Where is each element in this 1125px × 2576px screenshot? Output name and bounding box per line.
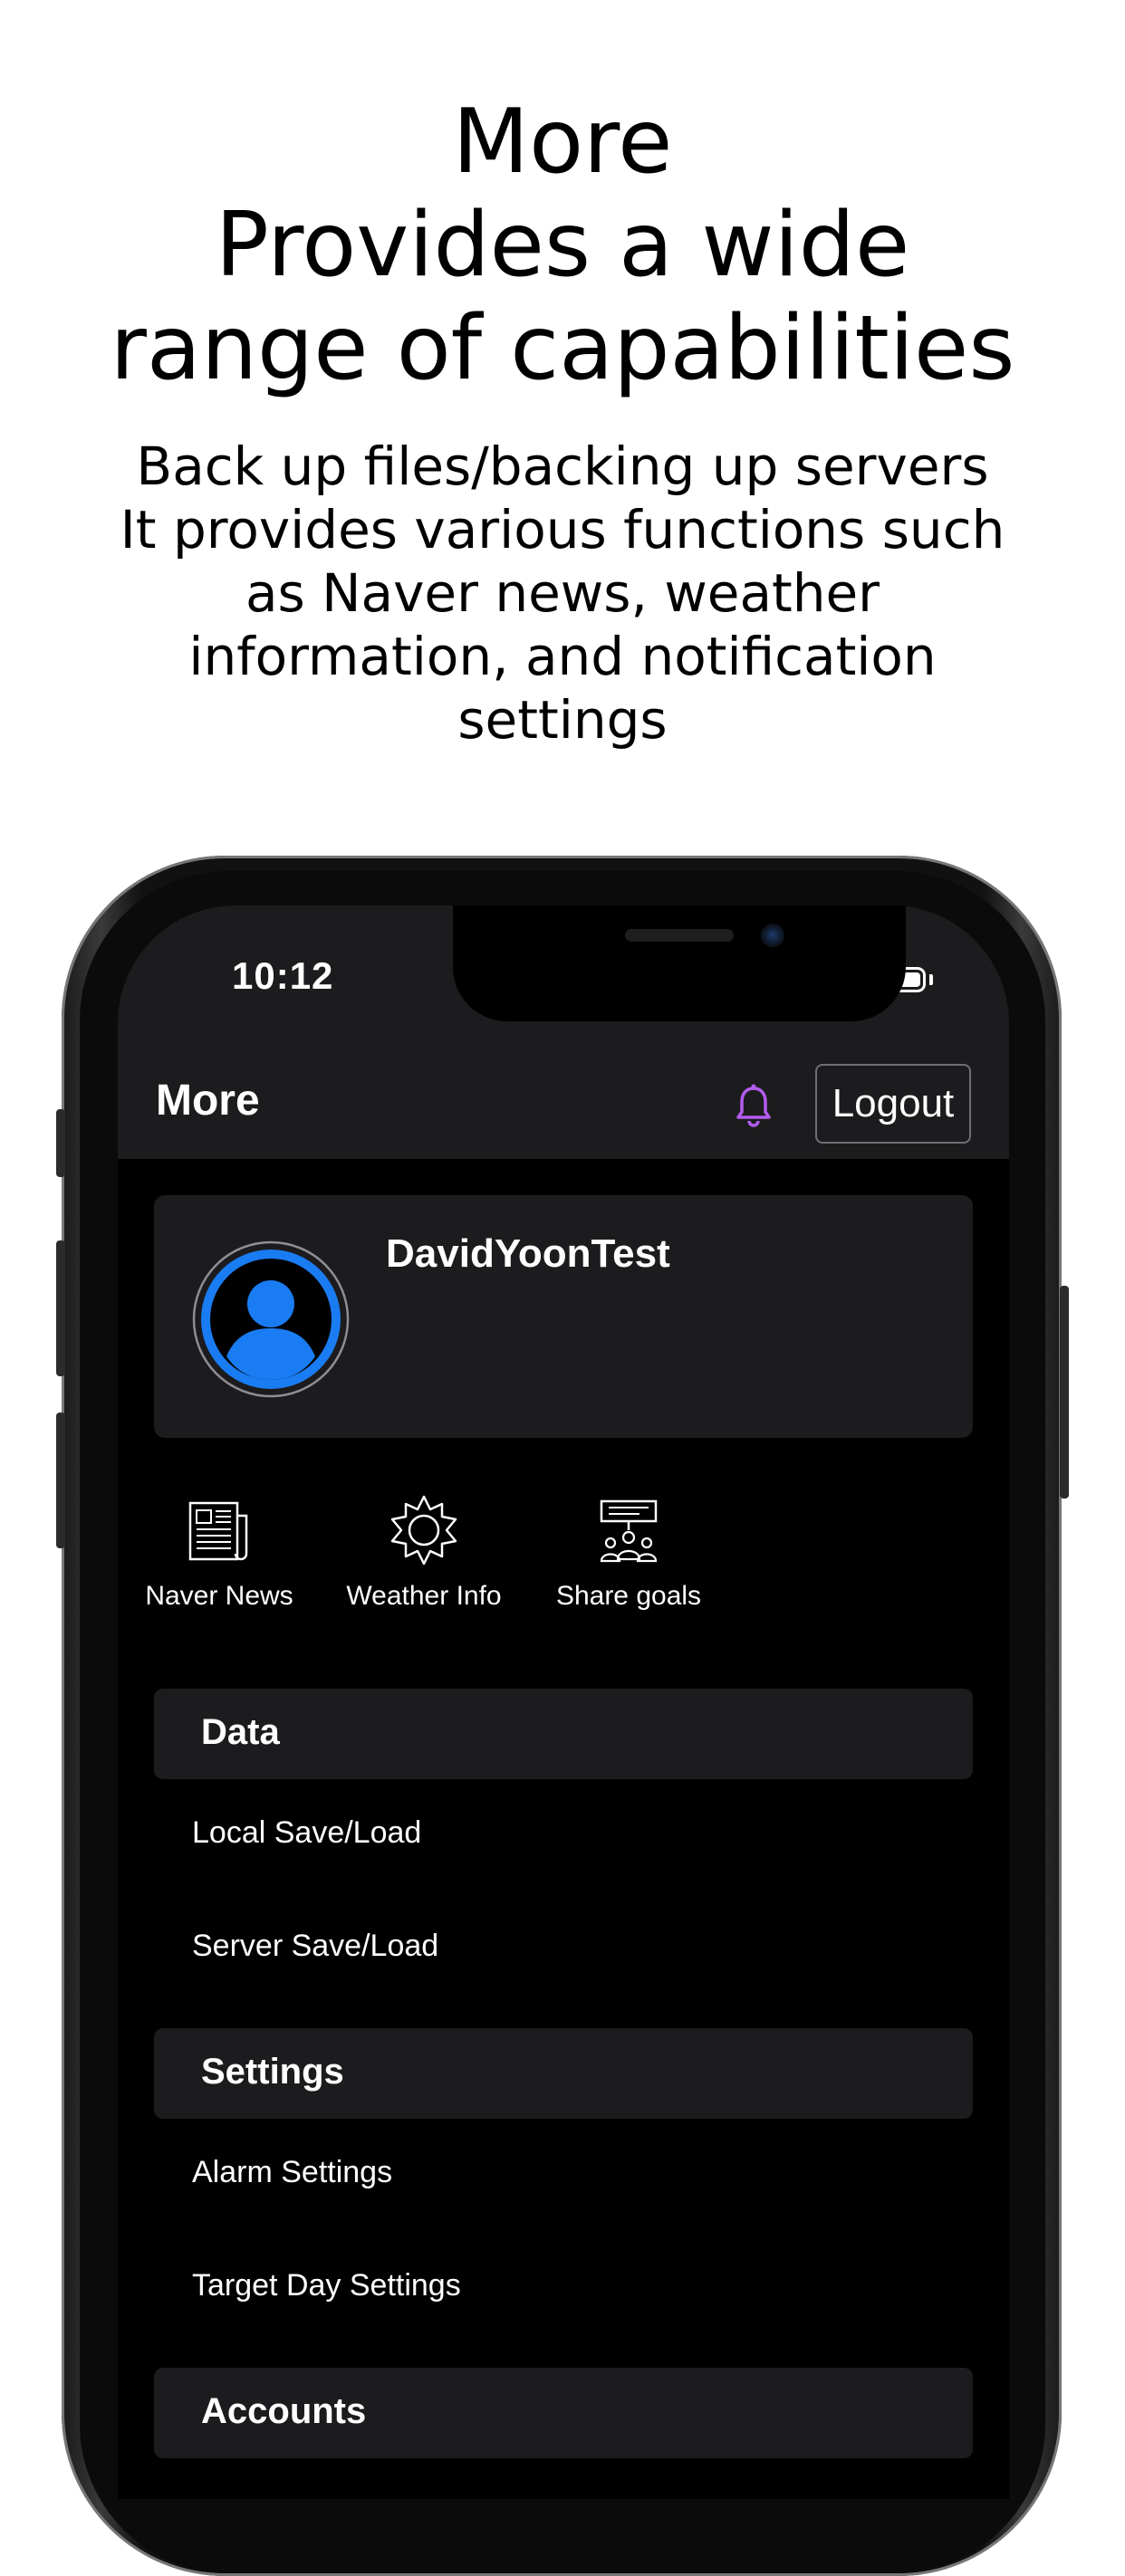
group-presentation-icon [600, 1499, 658, 1563]
sun-icon [390, 1495, 457, 1566]
profile-card[interactable]: DavidYoonTest [154, 1195, 973, 1438]
section-header-settings: Settings [154, 2028, 973, 2119]
phone-volume-down [56, 1412, 65, 1548]
quick-action-label: Weather Info [346, 1581, 502, 1611]
menu-item-local-save-load[interactable]: Local Save/Load [192, 1815, 421, 1851]
menu-item-alarm-settings[interactable]: Alarm Settings [192, 2155, 392, 2190]
battery-tip-icon [929, 974, 933, 985]
navigation-bar: More Logout [118, 1050, 1009, 1159]
status-time: 10:12 [232, 954, 334, 997]
quick-action-label: Naver News [145, 1581, 293, 1611]
section-header-accounts: Accounts [154, 2368, 973, 2458]
promo-subtext: Back up files/backing up servers It prov… [0, 435, 1125, 752]
logout-button[interactable]: Logout [815, 1064, 971, 1144]
avatar[interactable] [192, 1240, 350, 1398]
phone-volume-up [56, 1240, 65, 1376]
promo-headline-line: range of capabilities [110, 297, 1015, 400]
section-title: Settings [201, 2052, 344, 2092]
promo-headline-line: More [452, 91, 673, 194]
profile-username: DavidYoonTest [386, 1231, 670, 1276]
quick-action-naver-news[interactable]: Naver News [129, 1494, 310, 1612]
promo-subtext-line: as Naver news, weather [245, 562, 880, 624]
section-title: Accounts [201, 2391, 367, 2431]
phone-notch [453, 905, 906, 1021]
section-header-data: Data [154, 1689, 973, 1779]
phone-speaker [625, 929, 734, 942]
promo-subtext-line: It provides various functions such [120, 499, 1005, 560]
page-title: More [156, 1077, 260, 1125]
phone-screen: 10:12 More Logout DavidYoonTest Naver Ne… [118, 905, 1009, 2499]
quick-action-weather-info[interactable]: Weather Info [333, 1494, 514, 1612]
phone-mute-switch [56, 1109, 65, 1177]
quick-action-label: Share goals [555, 1581, 702, 1611]
promo-headline-line: Provides a wide [215, 194, 910, 297]
bell-icon[interactable] [734, 1083, 774, 1130]
newspaper-icon [188, 1501, 248, 1561]
phone-camera [761, 924, 784, 947]
promo-headline: More Provides a wide range of capabiliti… [0, 91, 1125, 400]
promo-subtext-line: information, and notification [188, 626, 937, 687]
promo-subtext-line: settings [457, 689, 668, 751]
menu-item-target-day-settings[interactable]: Target Day Settings [192, 2268, 461, 2303]
menu-item-server-save-load[interactable]: Server Save/Load [192, 1929, 438, 1964]
phone-power-button [1060, 1286, 1069, 1499]
promo-subtext-line: Back up files/backing up servers [136, 436, 989, 497]
section-title: Data [201, 1712, 280, 1752]
quick-action-share-goals[interactable]: Share goals [538, 1494, 719, 1612]
